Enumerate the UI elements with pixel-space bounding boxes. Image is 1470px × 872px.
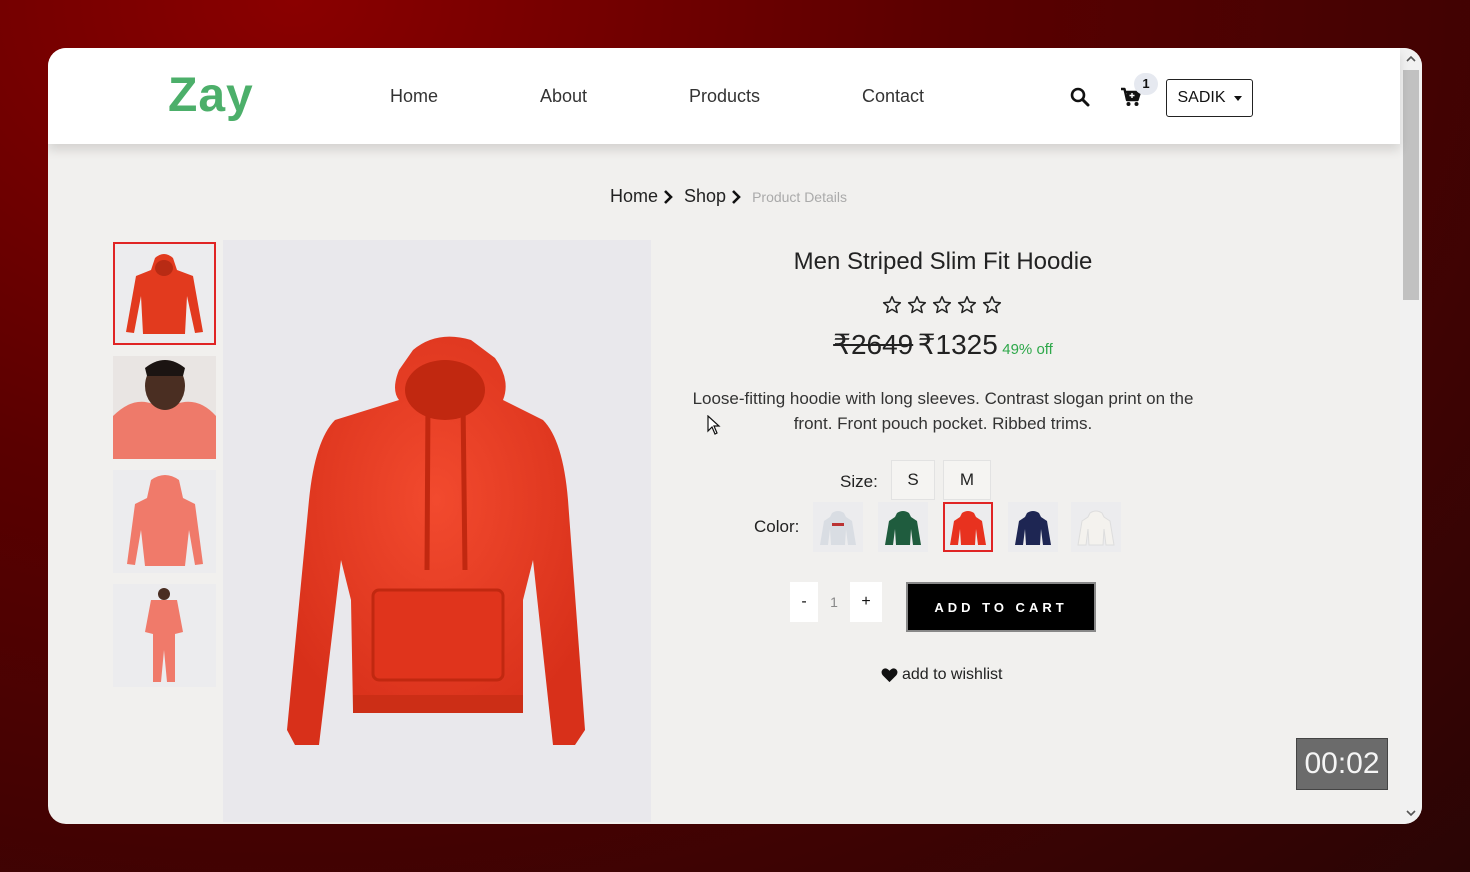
sale-price: ₹1325 <box>917 329 998 360</box>
star-empty-icon <box>982 295 1002 314</box>
model-image <box>113 356 216 459</box>
color-label: Color: <box>754 517 800 536</box>
chevron-right-icon <box>732 189 741 204</box>
thumbnail-model-full[interactable] <box>113 584 216 687</box>
caret-down-icon <box>1233 95 1242 101</box>
quantity-decrement-button[interactable]: - <box>790 582 818 622</box>
hoodie-swatch-image <box>1077 510 1115 546</box>
thumbnail-model-hoodie[interactable] <box>113 356 216 459</box>
thumbnail-hoodie-back[interactable] <box>113 470 216 573</box>
user-dropdown-button[interactable]: SADIK <box>1166 79 1253 117</box>
add-to-cart-button[interactable]: ADD TO CART <box>906 582 1096 632</box>
breadcrumb-shop[interactable]: Shop <box>684 186 726 207</box>
scroll-down-arrow-icon[interactable] <box>1406 808 1416 818</box>
logo[interactable]: Zay <box>168 68 254 123</box>
timer-overlay: 00:02 <box>1296 738 1388 790</box>
main-product-image <box>223 240 651 822</box>
nav-home[interactable]: Home <box>390 86 438 107</box>
user-name: SADIK <box>1177 89 1226 106</box>
scroll-up-arrow-icon[interactable] <box>1406 54 1416 64</box>
product-title: Men Striped Slim Fit Hoodie <box>793 248 1093 275</box>
search-icon[interactable] <box>1070 87 1090 107</box>
quantity-input[interactable] <box>818 582 850 622</box>
quantity-increment-button[interactable]: + <box>850 582 882 622</box>
breadcrumb-home[interactable]: Home <box>610 186 658 207</box>
discount-label: 49% off <box>1002 341 1053 358</box>
color-swatch-white[interactable] <box>1071 502 1121 552</box>
browser-window: Zay Home About Products Contact 1 SADIK … <box>48 48 1422 824</box>
size-option-m[interactable]: M <box>943 460 991 500</box>
breadcrumb-current: Product Details <box>752 188 847 205</box>
cart-count-badge: 1 <box>1134 73 1158 95</box>
star-empty-icon <box>907 295 927 314</box>
breadcrumb: Home Shop Product Details <box>610 186 847 207</box>
thumbnail-hoodie-front[interactable] <box>113 242 216 345</box>
hoodie-swatch-image <box>1015 511 1051 545</box>
hoodie-swatch-image <box>885 511 921 545</box>
star-empty-icon <box>882 295 902 314</box>
price-row: ₹2649 ₹1325 49% off <box>708 328 1178 361</box>
size-option-s[interactable]: S <box>891 460 935 500</box>
wishlist-label: add to wishlist <box>902 666 1003 683</box>
hoodie-swatch-image <box>820 511 856 545</box>
mouse-cursor-icon <box>707 415 721 435</box>
hoodie-image <box>287 336 585 745</box>
color-swatch-green[interactable] <box>878 502 928 552</box>
nav-products[interactable]: Products <box>689 86 760 107</box>
chevron-right-icon <box>664 189 673 204</box>
rating-stars <box>882 295 1002 315</box>
size-label: Size: <box>840 472 878 491</box>
navbar: Zay Home About Products Contact 1 SADIK <box>48 48 1400 144</box>
star-empty-icon <box>932 295 952 314</box>
star-empty-icon <box>957 295 977 314</box>
product-description: Loose-fitting hoodie with long sleeves. … <box>692 389 1194 433</box>
heart-icon <box>881 668 898 683</box>
scrollbar-thumb[interactable] <box>1403 70 1419 300</box>
color-swatch-light-blue[interactable] <box>813 502 863 552</box>
model-full-image <box>113 584 216 687</box>
add-to-wishlist-link[interactable]: add to wishlist <box>881 666 1003 684</box>
hoodie-front-image <box>115 244 214 343</box>
hoodie-back-image <box>113 470 216 573</box>
vertical-scrollbar[interactable] <box>1400 48 1422 824</box>
color-swatch-red[interactable] <box>943 502 993 552</box>
original-price: ₹2649 <box>833 329 914 360</box>
nav-about[interactable]: About <box>540 86 587 107</box>
color-swatch-navy[interactable] <box>1008 502 1058 552</box>
hoodie-swatch-image <box>950 511 986 545</box>
nav-contact[interactable]: Contact <box>862 86 924 107</box>
